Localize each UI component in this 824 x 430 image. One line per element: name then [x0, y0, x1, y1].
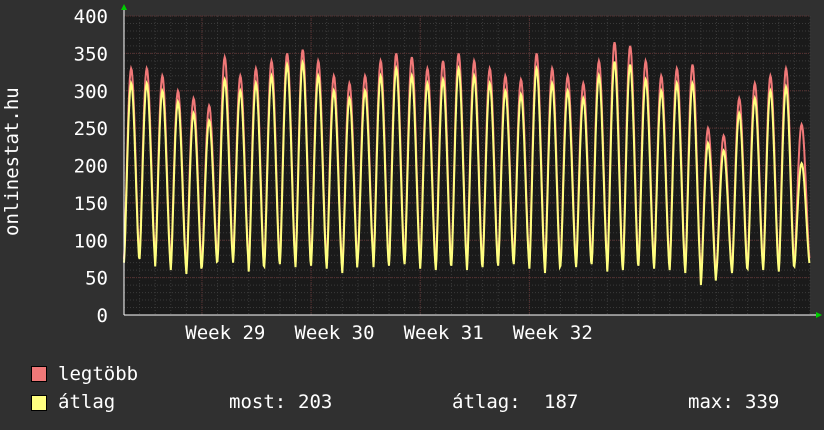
legend-swatch-legtobb: [31, 366, 47, 382]
y-tick-label: 200: [74, 156, 108, 178]
x-axis-arrow-icon: [816, 312, 822, 318]
y-tick-label: 150: [74, 193, 108, 215]
y-tick-label: 300: [74, 81, 108, 103]
y-tick-label: 100: [74, 230, 108, 252]
stat-max-value: 339: [745, 391, 780, 413]
stat-atlag-label: átlag:: [452, 391, 521, 413]
legend-label-atlag: átlag: [58, 391, 116, 413]
y-tick-label: 350: [74, 43, 108, 65]
stat-most-label: most:: [229, 391, 287, 413]
y-axis-arrow-icon: [121, 4, 127, 10]
x-tick-label: Week 29: [185, 322, 265, 344]
legend-label-legtobb: legtöbb: [58, 363, 139, 385]
x-tick-label: Week 31: [404, 322, 484, 344]
y-tick-label: 250: [74, 118, 108, 140]
y-tick-label: 0: [97, 305, 108, 327]
stat-most-value: 203: [298, 391, 333, 413]
y-tick-label: 50: [85, 268, 108, 290]
x-tick-label: Week 32: [513, 322, 593, 344]
stat-atlag-value: 187: [544, 391, 579, 413]
x-tick-label: Week 30: [294, 322, 374, 344]
legend-swatch-atlag: [31, 395, 47, 411]
stat-max-label: max:: [688, 391, 734, 413]
y-axis-label: onlinestat.hu: [1, 87, 23, 236]
y-tick-label: 400: [74, 6, 108, 28]
